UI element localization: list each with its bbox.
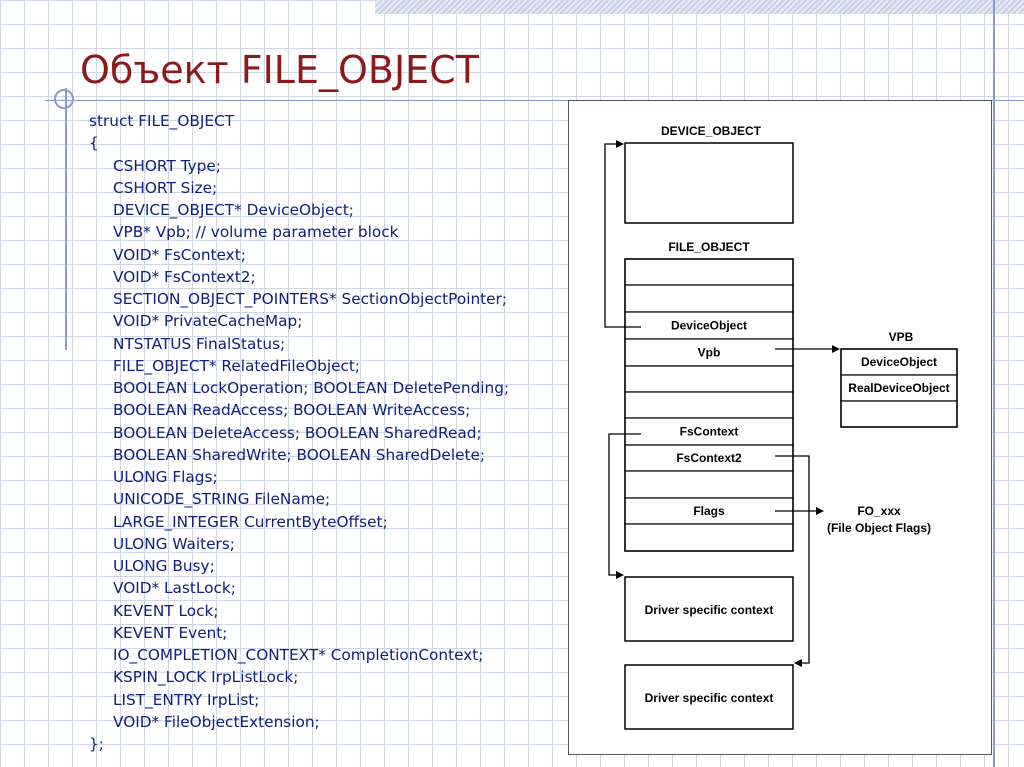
struct-code-listing: struct FILE_OBJECT { CSHORT Type; CSHORT Si… <box>89 110 509 755</box>
code-line: KSPIN_LOCK IrpListLock; <box>113 668 299 687</box>
code-line: ULONG Busy; <box>113 557 215 575</box>
file-object-row <box>624 284 794 313</box>
code-line: LARGE_INTEGER CurrentByteOffset; <box>113 512 388 531</box>
code-line: BOOLEAN DeleteAccess; BOOLEAN SharedRead… <box>113 423 482 442</box>
code-line: BOOLEAN LockOperation; BOOLEAN DeletePen… <box>113 379 510 397</box>
file-object-row-label: FsContext2 <box>676 451 742 465</box>
file-object-row <box>624 523 794 552</box>
file-object-row <box>624 391 794 419</box>
code-line: UNICODE_STRING FileName; <box>113 490 331 509</box>
code-line: DEVICE_OBJECT* DeviceObject; <box>113 201 354 219</box>
flags-target-label-2: (File Object Flags) <box>827 521 931 535</box>
code-line: VOID* FileObjectExtension; <box>113 712 320 731</box>
code-line: VPB* Vpb; // volume parameter block <box>113 223 399 242</box>
code-line: KEVENT Event; <box>113 623 228 642</box>
file-object-row-label: Vpb <box>698 346 721 360</box>
context-box-1-label: Driver specific context <box>645 603 774 617</box>
circle-decor-icon <box>54 89 74 109</box>
file-object-row-label: Flags <box>693 504 725 518</box>
device-object-box <box>624 142 794 224</box>
file-object-diagram: DEVICE_OBJECT FILE_OBJECT DeviceObject Vp… <box>568 100 992 755</box>
context-box-2-label: Driver specific context <box>645 691 774 705</box>
code-line: }; <box>89 735 104 753</box>
file-object-row <box>624 258 794 286</box>
code-line: BOOLEAN ReadAccess; BOOLEAN WriteAccess; <box>113 401 471 420</box>
file-object-row-label: FsContext <box>680 425 739 439</box>
left-decor-line <box>65 88 67 350</box>
flags-target-label-1: FO_xxx <box>857 504 901 518</box>
vpb-row-label: DeviceObject <box>861 355 937 369</box>
code-line: ULONG Flags; <box>113 468 218 486</box>
device-object-label: DEVICE_OBJECT <box>661 124 762 138</box>
file-object-row-label: DeviceObject <box>671 319 747 333</box>
file-object-row <box>624 470 794 499</box>
code-line: VOID* FsContext2; <box>113 267 256 286</box>
right-decor-line <box>993 0 995 767</box>
code-line: SECTION_OBJECT_POINTERS* SectionObjectPo… <box>113 290 507 308</box>
code-line: NTSTATUS FinalStatus; <box>113 334 286 353</box>
code-line: KEVENT Lock; <box>113 601 219 620</box>
code-line: VOID* FsContext; <box>113 245 246 264</box>
vpb-row-label: RealDeviceObject <box>848 381 949 395</box>
code-line: ULONG Waiters; <box>113 534 235 553</box>
code-line: CSHORT Type; <box>113 156 221 175</box>
code-line: { <box>89 134 99 153</box>
vpb-label: VPB <box>889 330 914 344</box>
slide-title: Объект FILE_OBJECT <box>80 48 479 92</box>
vpb-row <box>840 400 958 428</box>
code-line: FILE_OBJECT* RelatedFileObject; <box>113 356 361 375</box>
code-line: struct FILE_OBJECT <box>89 112 235 130</box>
top-decor-band <box>375 0 1024 14</box>
code-line: LIST_ENTRY IrpList; <box>113 690 260 709</box>
code-line: VOID* LastLock; <box>113 579 236 598</box>
code-line: IO_COMPLETION_CONTEXT* CompletionContext… <box>113 646 484 664</box>
code-line: VOID* PrivateCacheMap; <box>113 312 303 331</box>
file-object-row <box>624 365 794 393</box>
code-line: CSHORT Size; <box>113 178 218 197</box>
file-object-label: FILE_OBJECT <box>668 240 750 254</box>
code-line: BOOLEAN SharedWrite; BOOLEAN SharedDelet… <box>113 445 486 464</box>
